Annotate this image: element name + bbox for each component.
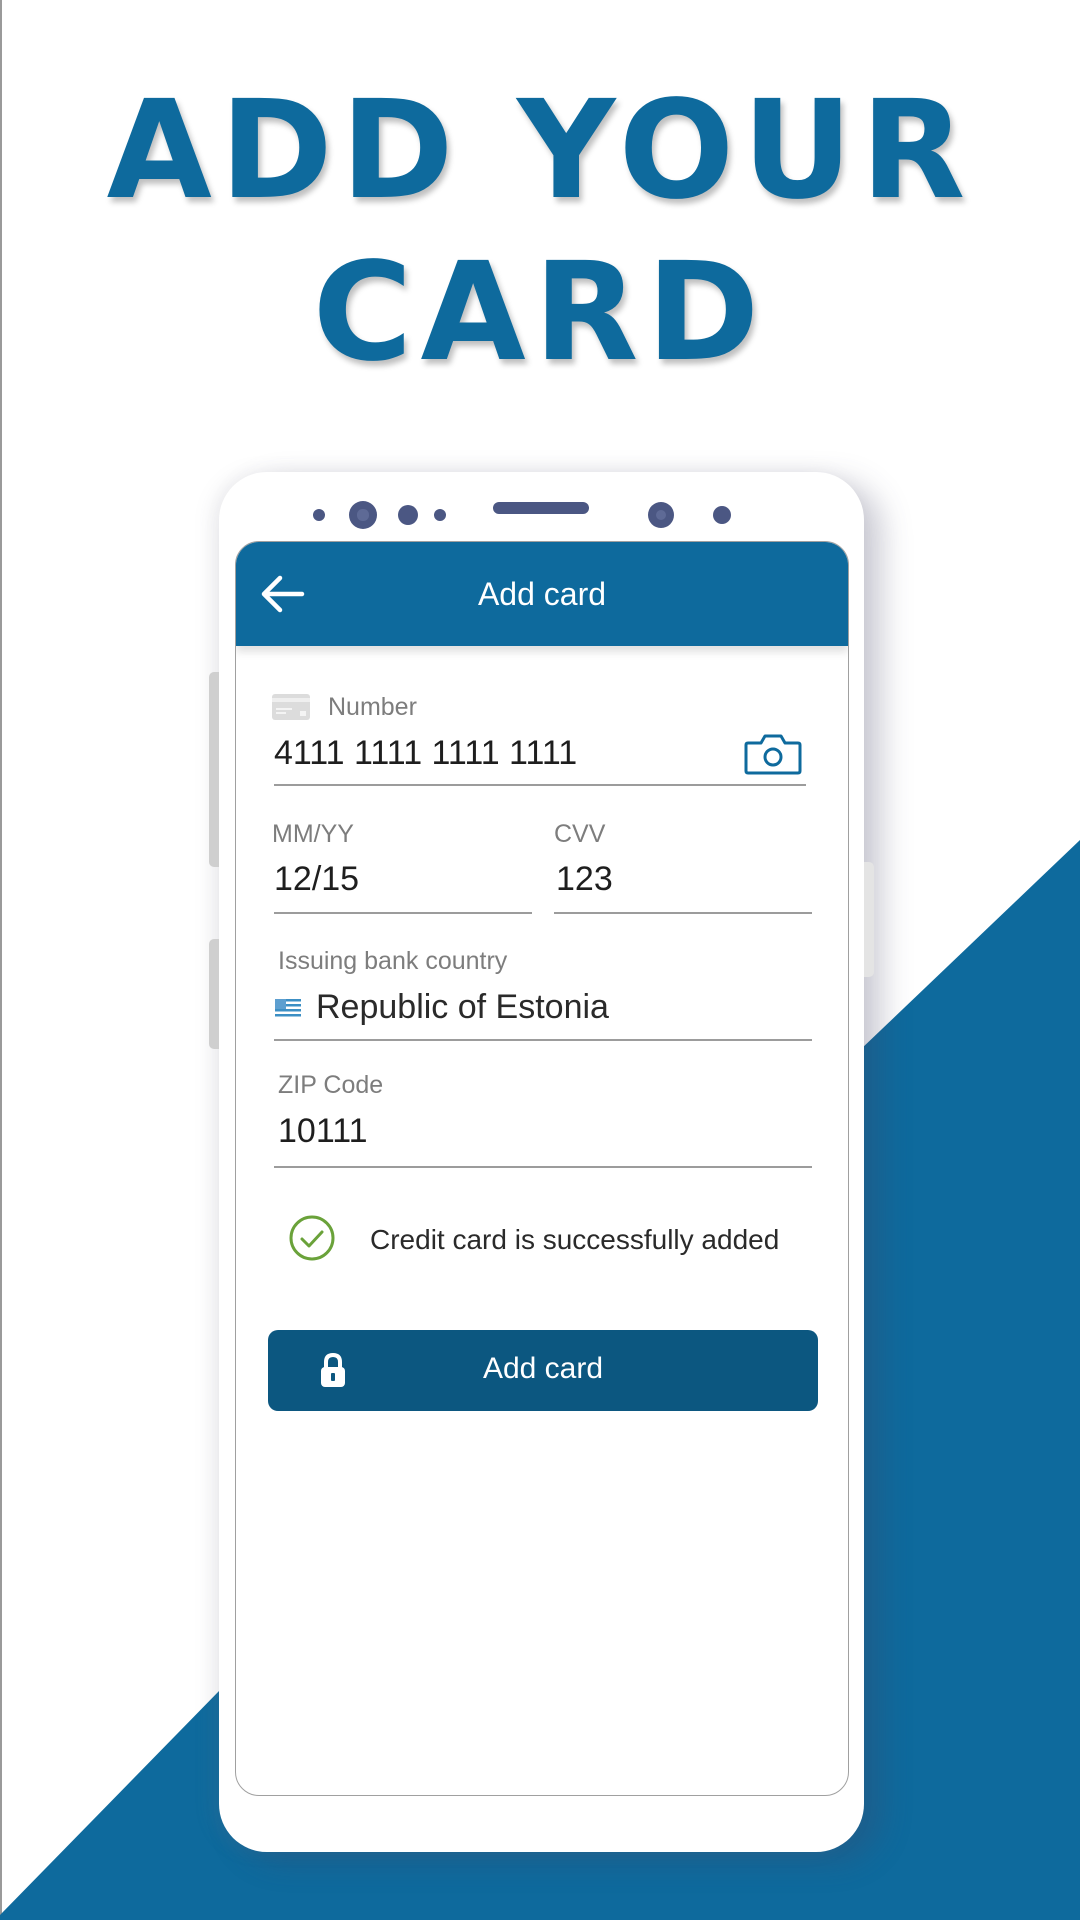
phone-side-button: [209, 939, 219, 1049]
expiry-underline: [274, 912, 532, 914]
headline-line-2: CARD: [312, 234, 768, 392]
camera-lens: [648, 502, 674, 528]
add-card-button-label: Add card: [482, 1352, 604, 1385]
sensor-dot: [398, 505, 418, 525]
app-screen: Add card Number 4111 1111 1111 1111 MM/Y…: [235, 541, 849, 1796]
check-circle-icon: [289, 1215, 335, 1261]
camera-icon[interactable]: [744, 733, 802, 775]
zip-label: ZIP Code: [278, 1071, 384, 1099]
phone-power-button: [864, 862, 874, 977]
app-bar: Add card: [236, 542, 848, 646]
success-message: Credit card is successfully added: [370, 1224, 780, 1255]
number-underline: [274, 784, 806, 786]
camera-lens: [349, 501, 377, 529]
country-underline: [274, 1039, 812, 1041]
sensor-dot: [434, 509, 446, 521]
cvv-label: CVV: [554, 820, 606, 848]
headline: ADD YOUR CARD: [0, 70, 1080, 394]
page-title: Add card: [477, 576, 607, 612]
phone-volume-button: [209, 672, 219, 867]
sensor-dot: [713, 506, 731, 524]
expiry-label: MM/YY: [272, 820, 354, 848]
flag-icon: [275, 999, 301, 1019]
expiry-input[interactable]: 12/15: [274, 860, 359, 899]
phone-speaker: [493, 502, 589, 514]
number-label: Number: [328, 693, 417, 721]
sensor-dot: [313, 509, 325, 521]
headline-line-1: ADD YOUR: [106, 72, 974, 230]
phone-mockup: Add card Number 4111 1111 1111 1111 MM/Y…: [209, 472, 874, 1852]
cvv-underline: [554, 912, 812, 914]
cvv-input[interactable]: 123: [556, 860, 613, 899]
credit-card-icon: [272, 694, 310, 720]
country-select[interactable]: Republic of Estonia: [316, 988, 609, 1027]
zip-input[interactable]: 10111: [278, 1112, 368, 1151]
add-card-button[interactable]: Add card: [268, 1330, 818, 1411]
country-label: Issuing bank country: [278, 947, 508, 975]
card-number-input[interactable]: 4111 1111 1111 1111: [274, 734, 577, 773]
zip-underline: [274, 1166, 812, 1168]
